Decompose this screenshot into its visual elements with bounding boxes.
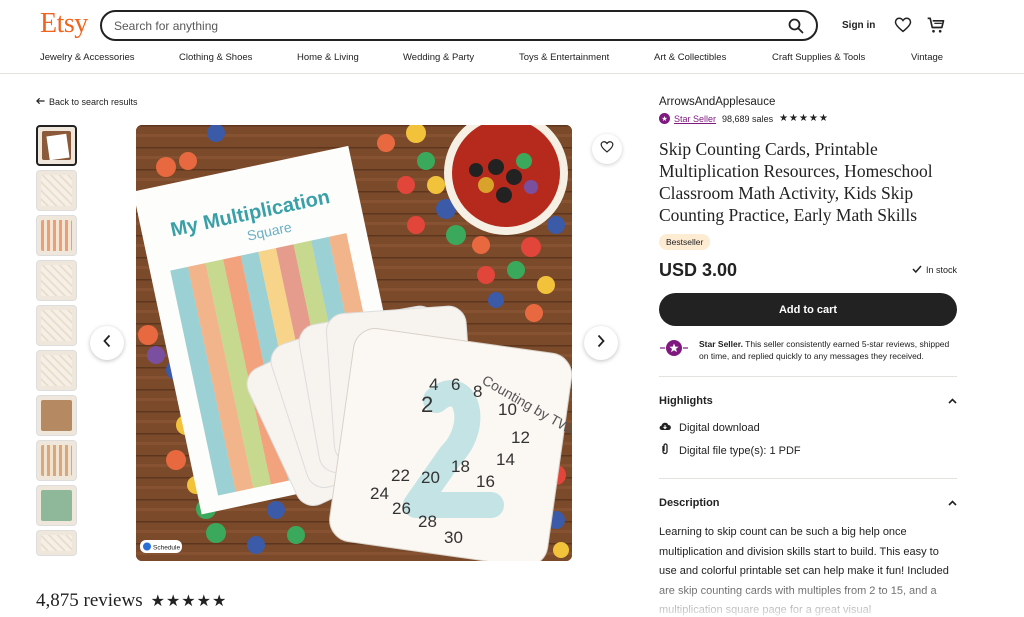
favorite-listing-button[interactable]: [592, 134, 622, 164]
description-heading: Description: [659, 497, 720, 509]
svg-text:30: 30: [444, 528, 463, 547]
sign-in-link[interactable]: Sign in: [842, 20, 875, 31]
heart-icon: [600, 140, 614, 159]
divider: [659, 478, 957, 479]
chevron-right-icon: [596, 334, 606, 353]
thumbnail-3[interactable]: [36, 215, 77, 256]
svg-text:24: 24: [370, 484, 389, 503]
reviews-count: 4,875 reviews: [36, 590, 143, 611]
star-seller-icon: ★: [659, 113, 670, 124]
thumbnail-9[interactable]: [36, 485, 77, 526]
star-seller-badge[interactable]: ★ Star Seller: [659, 113, 716, 124]
star-seller-note: Star Seller. This seller consistently ea…: [659, 338, 957, 362]
chevron-left-icon: [102, 334, 112, 353]
star-seller-label: Star Seller: [674, 113, 717, 124]
search-icon[interactable]: [786, 16, 806, 36]
favorites-heart-icon[interactable]: [894, 16, 912, 34]
thumbnail-10[interactable]: [36, 530, 77, 556]
svg-text:10: 10: [498, 400, 517, 419]
svg-text:18: 18: [451, 457, 470, 476]
back-link-label: Back to search results: [49, 97, 138, 107]
nav-item-craft[interactable]: Craft Supplies & Tools: [772, 52, 865, 63]
thumbnail-1[interactable]: [36, 125, 77, 166]
star-seller-description: Star Seller. This seller consistently ea…: [699, 339, 950, 361]
svg-text:20: 20: [421, 468, 440, 487]
arrow-left-icon: [36, 97, 45, 107]
shop-name-link[interactable]: ArrowsAndApplesauce: [659, 96, 957, 108]
thumbnail-5[interactable]: [36, 305, 77, 346]
thumbnail-6[interactable]: [36, 350, 77, 391]
schedule-badge-label: Schedule: [153, 545, 180, 552]
svg-text:6: 6: [451, 375, 460, 394]
checkmark-icon: [912, 265, 922, 275]
highlight-label: Digital file type(s): 1 PDF: [679, 444, 801, 457]
thumbnail-4[interactable]: [36, 260, 77, 301]
seller-info: ★ Star Seller 98,689 sales ★★★★★: [659, 113, 957, 124]
thumbnail-7[interactable]: [36, 395, 77, 436]
stock-status: In stock: [912, 265, 957, 275]
svg-text:12: 12: [511, 428, 530, 447]
chevron-up-icon: [948, 497, 957, 509]
search-bar[interactable]: [100, 10, 818, 41]
category-nav: Jewelry & Accessories Clothing & Shoes H…: [0, 52, 1024, 68]
nav-item-vintage[interactable]: Vintage: [911, 52, 943, 63]
nav-item-jewelry[interactable]: Jewelry & Accessories: [40, 52, 135, 63]
search-input[interactable]: [114, 16, 754, 36]
nav-item-home[interactable]: Home & Living: [297, 52, 359, 63]
nav-item-toys[interactable]: Toys & Entertainment: [519, 52, 609, 63]
thumbnail-8[interactable]: [36, 440, 77, 481]
cart-icon[interactable]: [926, 15, 946, 35]
svg-text:16: 16: [476, 472, 495, 491]
sales-count: 98,689 sales: [722, 113, 774, 124]
reviews-star-rating: ★★★★★: [150, 593, 228, 610]
svg-text:2: 2: [421, 392, 433, 417]
reviews-summary[interactable]: 4,875 reviews ★★★★★: [36, 590, 227, 612]
highlights-heading: Highlights: [659, 395, 713, 407]
description-text: Learning to skip count can be such a big…: [659, 523, 957, 617]
stock-label: In stock: [925, 265, 957, 275]
description-toggle[interactable]: Description: [659, 497, 957, 509]
add-to-cart-button[interactable]: Add to cart: [659, 293, 957, 326]
chevron-up-icon: [948, 395, 957, 407]
paperclip-icon: [659, 443, 671, 458]
svg-text:22: 22: [391, 466, 410, 485]
thumbnail-2[interactable]: [36, 170, 77, 211]
svg-text:26: 26: [392, 499, 411, 518]
back-to-search-link[interactable]: Back to search results: [36, 97, 138, 107]
price: USD 3.00: [659, 260, 738, 280]
svg-text:28: 28: [418, 512, 437, 531]
star-seller-burst-icon: [659, 338, 689, 358]
svg-text:14: 14: [496, 450, 515, 469]
etsy-logo[interactable]: Etsy: [40, 8, 88, 40]
previous-image-button[interactable]: [90, 326, 124, 360]
highlight-label: Digital download: [679, 421, 760, 434]
cloud-download-icon: [659, 421, 671, 434]
shop-star-rating[interactable]: ★★★★★: [779, 113, 829, 124]
site-header: Etsy Sign in Jewelry & Accessories Cloth…: [0, 0, 1024, 74]
highlight-file-type: Digital file type(s): 1 PDF: [659, 443, 957, 458]
nav-item-clothing[interactable]: Clothing & Shoes: [179, 52, 252, 63]
highlights-toggle[interactable]: Highlights: [659, 395, 957, 407]
highlight-digital-download: Digital download: [659, 421, 957, 434]
nav-item-wedding[interactable]: Wedding & Party: [403, 52, 474, 63]
listing-title: Skip Counting Cards, Printable Multiplic…: [659, 139, 933, 225]
next-image-button[interactable]: [584, 326, 618, 360]
product-image[interactable]: My Multiplication Square Counting by TWO…: [136, 125, 572, 561]
divider: [659, 376, 957, 377]
listing-details: ArrowsAndApplesauce ★ Star Seller 98,689…: [659, 96, 957, 617]
svg-text:8: 8: [473, 382, 482, 401]
thumbnail-strip: [36, 125, 78, 556]
nav-item-art[interactable]: Art & Collectibles: [654, 52, 726, 63]
bestseller-badge: Bestseller: [659, 234, 711, 250]
price-row: USD 3.00 In stock: [659, 258, 957, 282]
